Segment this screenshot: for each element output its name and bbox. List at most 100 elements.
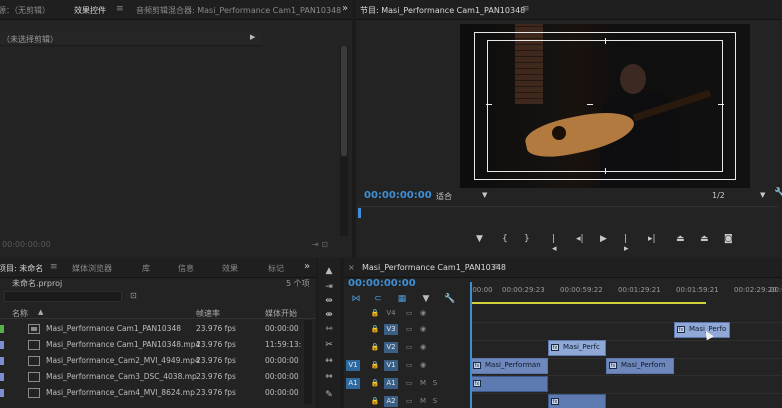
play-triangle-icon[interactable]: ▶: [250, 33, 255, 41]
timeline-playhead[interactable]: [470, 282, 472, 408]
close-icon[interactable]: ×: [348, 263, 355, 272]
tab-menu-icon[interactable]: ≡: [116, 4, 124, 14]
tab-audio-mixer[interactable]: 音频剪辑混合器: Masi_Performance Cam1_PAN10348: [136, 5, 341, 16]
extract-icon[interactable]: ⏏: [700, 234, 709, 244]
tab-menu-icon[interactable]: ≡: [492, 262, 500, 272]
lock-icon[interactable]: 🔒: [368, 360, 382, 371]
source-patch-a1[interactable]: A1: [346, 378, 360, 389]
sync-lock-icon[interactable]: ▭: [402, 396, 416, 407]
clip-v1-a[interactable]: fx Masi_Performan: [470, 358, 548, 374]
slide-tool-icon[interactable]: ⇔: [323, 372, 335, 382]
tab-menu-icon[interactable]: ≡: [50, 262, 58, 272]
sort-up-icon[interactable]: ▲: [38, 308, 43, 316]
program-timecode[interactable]: 00:00:00:00: [364, 190, 432, 201]
track-target-v2[interactable]: V2: [384, 342, 398, 353]
lock-icon[interactable]: 🔒: [368, 396, 382, 407]
work-area-bar[interactable]: [470, 302, 706, 304]
wrench-icon[interactable]: 🔧: [774, 188, 782, 199]
panel-overflow-icon[interactable]: »: [342, 3, 348, 14]
program-video-frame[interactable]: [460, 24, 750, 188]
chevron-down-icon[interactable]: ▼: [482, 191, 487, 199]
fit-dropdown[interactable]: 适合: [436, 191, 452, 202]
tab-info[interactable]: 信息: [178, 263, 194, 274]
ripple-edit-tool-icon[interactable]: ⇹: [323, 296, 335, 306]
slip-tool-icon[interactable]: ↔: [323, 356, 335, 366]
source-patch-v1[interactable]: V1: [346, 360, 360, 371]
eye-icon[interactable]: ◉: [416, 360, 430, 371]
clip-a2[interactable]: fx: [548, 394, 606, 408]
linked-selection-icon[interactable]: ⊂: [372, 294, 384, 304]
marker-icon[interactable]: ▼: [420, 294, 432, 304]
wrench-icon[interactable]: 🔧: [444, 294, 456, 304]
selection-tool-icon[interactable]: ▲: [323, 266, 335, 276]
program-time-ruler[interactable]: [358, 206, 778, 220]
tab-effects[interactable]: 效果: [222, 263, 238, 274]
lock-icon[interactable]: 🔒: [368, 308, 382, 319]
track-select-tool-icon[interactable]: ⇥: [323, 282, 335, 292]
eye-icon[interactable]: ◉: [416, 308, 430, 319]
lock-icon[interactable]: 🔒: [368, 342, 382, 353]
solo-button[interactable]: S: [428, 378, 442, 389]
tab-media-browser[interactable]: 媒体浏览器: [72, 263, 112, 274]
tab-source[interactable]: 源：（无剪辑）: [0, 5, 50, 16]
label-color-swatch[interactable]: [0, 373, 4, 381]
tab-library[interactable]: 库: [142, 263, 150, 274]
tab-sequence[interactable]: Masi_Performance Cam1_PAN10348: [362, 263, 506, 272]
track-target-v1[interactable]: V1: [384, 360, 398, 371]
scroll-thumb[interactable]: [341, 46, 347, 156]
step-back-icon[interactable]: ◂|: [576, 234, 584, 244]
chevron-down-icon[interactable]: ▼: [760, 191, 765, 199]
timeline-ruler[interactable]: :00:00 00:00:29:23 00:00:59:22 00:01:29:…: [470, 282, 782, 304]
effects-footer-icons[interactable]: ⇥ ⊡: [312, 240, 328, 249]
play-icon[interactable]: ▶: [600, 234, 607, 244]
label-color-swatch[interactable]: [0, 325, 4, 333]
track-target-a2[interactable]: A2: [384, 396, 398, 407]
tab-markers[interactable]: 标记: [268, 263, 284, 274]
clip-selector[interactable]: （未选择剪辑） ▶: [0, 32, 262, 46]
snap-icon[interactable]: ⋈: [350, 294, 362, 304]
new-bin-icon[interactable]: ⊡: [130, 291, 137, 300]
timeline-timecode[interactable]: 00:00:00:00: [348, 278, 416, 289]
clip-v1-b[interactable]: fx Masi_Perforn: [606, 358, 674, 374]
eye-icon[interactable]: ◉: [416, 324, 430, 335]
label-color-swatch[interactable]: [0, 357, 4, 365]
mark-in-icon[interactable]: {: [502, 234, 508, 244]
pen-tool-icon[interactable]: ✎: [323, 390, 335, 400]
tab-project[interactable]: 项目: 未命名: [0, 263, 43, 274]
clip-v3[interactable]: fx Masi_Perfo: [674, 322, 730, 338]
add-marker-icon[interactable]: ▼: [476, 234, 483, 244]
track-target-v3[interactable]: V3: [384, 324, 398, 335]
effects-scrollbar[interactable]: [340, 46, 348, 236]
list-item[interactable]: Masi_Performance Cam1_PAN10348 23.976 fps…: [0, 322, 304, 338]
program-playhead[interactable]: [358, 208, 361, 218]
go-to-in-icon[interactable]: |◂: [552, 234, 557, 254]
list-item[interactable]: Masi_Performance_Cam3_DSC_4038.mp 23.976 …: [0, 370, 304, 386]
rate-stretch-tool-icon[interactable]: ⇿: [323, 324, 335, 334]
mark-out-icon[interactable]: }: [524, 234, 530, 244]
clip-v2[interactable]: fx Masi_Perfc: [548, 340, 606, 356]
razor-tool-icon[interactable]: ✂: [323, 340, 335, 350]
eye-icon[interactable]: ◉: [416, 342, 430, 353]
program-title[interactable]: 节目: Masi_Performance Cam1_PAN10348: [360, 5, 525, 16]
search-input[interactable]: [4, 291, 122, 302]
tab-menu-icon[interactable]: ≡: [522, 4, 530, 14]
lift-icon[interactable]: ⏏: [676, 234, 685, 244]
sync-lock-icon[interactable]: ▭: [402, 378, 416, 389]
clip-a1[interactable]: fx: [470, 376, 548, 392]
list-item[interactable]: Masi_Performance_Cam2_MVI_4949.mp4 23.976…: [0, 354, 304, 370]
label-color-swatch[interactable]: [0, 341, 4, 349]
list-item[interactable]: Masi_Performance Cam1_PAN10348.mp4 23.976…: [0, 338, 304, 354]
sync-lock-icon[interactable]: ▭: [402, 324, 416, 335]
solo-button[interactable]: S: [428, 396, 442, 407]
export-frame-icon[interactable]: ◙: [724, 234, 733, 244]
lock-icon[interactable]: 🔒: [368, 324, 382, 335]
label-color-swatch[interactable]: [0, 389, 4, 397]
rolling-edit-tool-icon[interactable]: ⇼: [323, 310, 335, 320]
step-forward-icon[interactable]: |▸: [624, 234, 629, 254]
sync-lock-icon[interactable]: ▭: [402, 342, 416, 353]
quality-dropdown[interactable]: 1/2: [712, 191, 725, 200]
sync-lock-icon[interactable]: ▭: [402, 360, 416, 371]
lock-icon[interactable]: 🔒: [368, 378, 382, 389]
track-target-a1[interactable]: A1: [384, 378, 398, 389]
go-to-out-icon[interactable]: ▸|: [648, 234, 656, 244]
